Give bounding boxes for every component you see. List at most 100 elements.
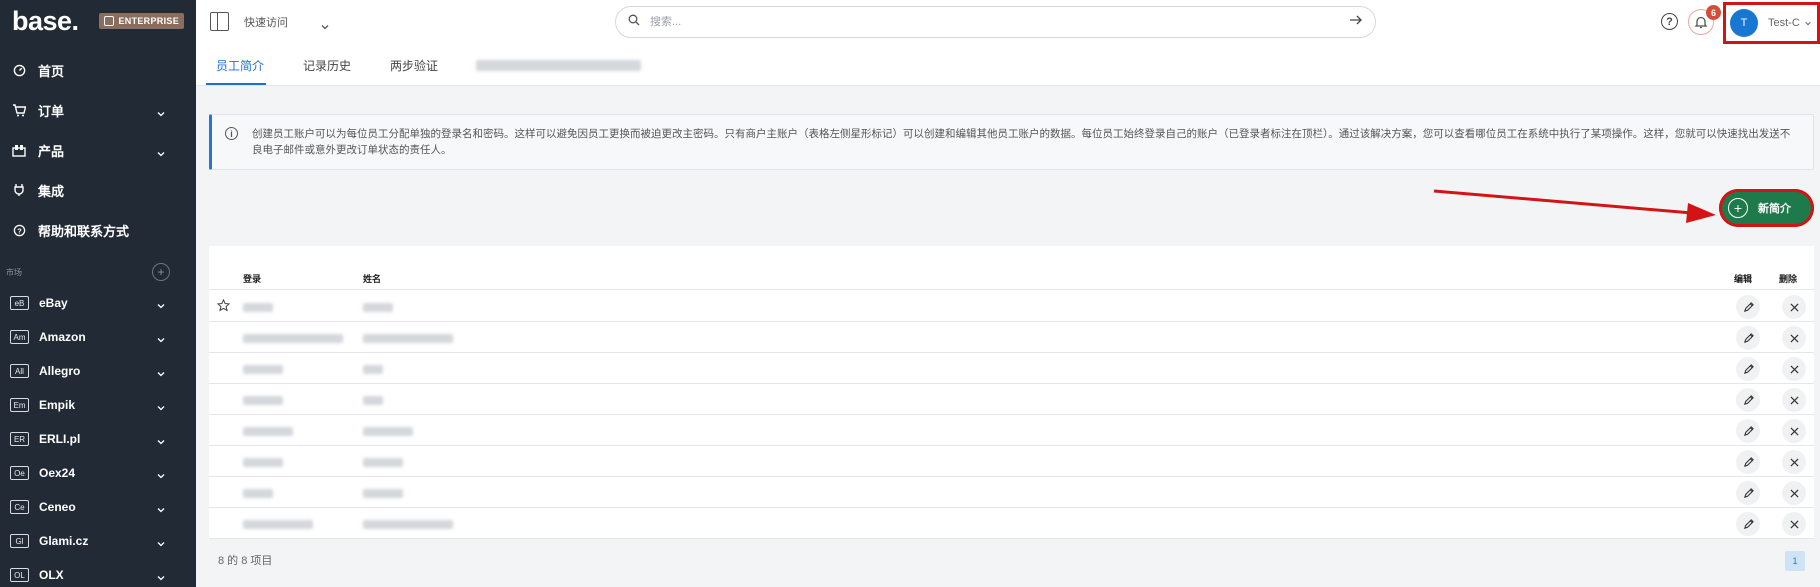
arrow-right-icon[interactable] [1349,13,1363,31]
delete-button[interactable] [1782,388,1806,412]
section-label: 市场 [6,267,22,277]
delete-button[interactable] [1782,326,1806,350]
products-icon [12,143,26,157]
name-cell [363,365,383,374]
brand: base. ENTERPRISE [0,0,196,42]
sidebar-item-amazon[interactable]: Am Amazon [0,320,196,354]
edit-button[interactable] [1736,295,1760,319]
delete-button[interactable] [1782,419,1806,443]
col-login[interactable]: 登录 [243,272,261,285]
delete-button[interactable] [1782,481,1806,505]
plug-icon [12,183,26,197]
sidebar-item-label: 产品 [38,143,65,159]
edit-button[interactable] [1736,419,1760,443]
enterprise-label: ENTERPRISE [118,16,179,26]
close-icon [1789,364,1799,374]
chevron-down-icon [156,503,166,517]
chevron-down-icon [156,367,166,381]
table-row [209,353,1814,384]
tab-history[interactable]: 记录历史 [303,57,351,74]
enterprise-icon [104,16,115,26]
marketplace-label: eBay [39,296,68,310]
login-cell [243,396,283,405]
svg-text:?: ? [17,226,22,235]
edit-button[interactable] [1736,481,1760,505]
marketplace-label: Amazon [39,330,86,344]
panel-toggle-icon[interactable] [210,12,229,31]
topbar: 快速访问 ? 6 T Test-C [196,0,1820,44]
login-cell [243,365,283,374]
sidebar-item-olx[interactable]: OL OLX [0,558,196,587]
sidebar-item-products[interactable]: 产品 [0,130,196,170]
delete-button[interactable] [1782,512,1806,536]
allegro-icon: All [10,364,29,378]
table-header: 登录 姓名 编辑 删除 [209,264,1814,290]
sidebar-item-integrations[interactable]: 集成 [0,170,196,210]
delete-button[interactable] [1782,450,1806,474]
close-icon [1789,426,1799,436]
sidebar-item-allegro[interactable]: All Allegro [0,354,196,388]
logo[interactable]: base. [12,6,79,37]
star-icon [216,298,231,317]
table-row [209,415,1814,446]
chevron-down-icon [156,146,166,161]
page-button[interactable]: 1 [1785,551,1805,571]
enterprise-badge: ENTERPRISE [99,13,184,29]
info-text: 创建员工账户可以为每位员工分配单独的登录名和密码。这样可以避免因员工更换而被迫更… [252,128,1791,156]
chevron-down-icon[interactable] [320,18,330,36]
edit-button[interactable] [1736,512,1760,536]
pencil-icon [1743,456,1754,467]
delete-button[interactable] [1782,357,1806,381]
marketplace-label: Ceneo [39,500,76,514]
chevron-down-icon [156,299,166,313]
name-cell [363,489,403,498]
delete-button[interactable] [1782,295,1806,319]
sidebar-item-ebay[interactable]: eB eBay [0,286,196,320]
close-icon [1789,519,1799,529]
edit-button[interactable] [1736,326,1760,350]
sidebar-item-label: 集成 [38,183,65,199]
cart-icon [12,103,26,117]
col-name[interactable]: 姓名 [363,272,381,285]
sidebar-item-empik[interactable]: Em Empik [0,388,196,422]
sidebar-item-orders[interactable]: 订单 [0,90,196,130]
add-profile-button[interactable]: + 新简介 [1719,189,1814,227]
pencil-icon [1743,394,1754,405]
tab-employee-profiles[interactable]: 员工简介 [216,57,264,74]
sidebar-item-label: 订单 [38,103,65,119]
sidebar-item-ceneo[interactable]: Ce Ceneo [0,490,196,524]
quick-access-label[interactable]: 快速访问 [244,14,288,30]
sidebar-item-home[interactable]: 首页 [0,50,196,90]
edit-button[interactable] [1736,357,1760,381]
search-input[interactable] [650,16,1349,28]
edit-button[interactable] [1736,388,1760,412]
sidebar-item-oex24[interactable]: Oe Oex24 [0,456,196,490]
sidebar: base. ENTERPRISE 首页 订单 产品 集成 ? 帮助和联系方式 市… [0,0,196,587]
name-cell [363,396,383,405]
info-icon: i [225,127,238,140]
help-icon: ? [12,223,26,237]
close-icon [1789,457,1799,467]
help-button[interactable]: ? [1661,13,1678,30]
dashboard-icon [12,63,26,77]
table-row [209,446,1814,477]
user-menu[interactable]: T Test-C [1723,2,1820,44]
sidebar-item-erli[interactable]: ER ERLI.pl [0,422,196,456]
marketplace-label: Glami.cz [39,534,89,548]
marketplace-label: Empik [39,398,76,412]
sidebar-nav: 首页 订单 产品 集成 ? 帮助和联系方式 [0,42,196,250]
glami-icon: Gl [10,534,29,548]
add-marketplace-button[interactable]: + [152,263,170,281]
table-row [209,384,1814,415]
sidebar-item-help[interactable]: ? 帮助和联系方式 [0,210,196,250]
login-cell [243,520,313,529]
login-cell [243,334,343,343]
login-cell [243,303,273,312]
tab-two-factor[interactable]: 两步验证 [390,57,438,74]
chevron-down-icon [156,537,166,551]
chevron-down-icon [156,435,166,449]
sidebar-item-glami[interactable]: Gl Glami.cz [0,524,196,558]
search-bar [615,6,1376,38]
edit-button[interactable] [1736,450,1760,474]
marketplaces-section-header: 市场 + [0,258,196,286]
